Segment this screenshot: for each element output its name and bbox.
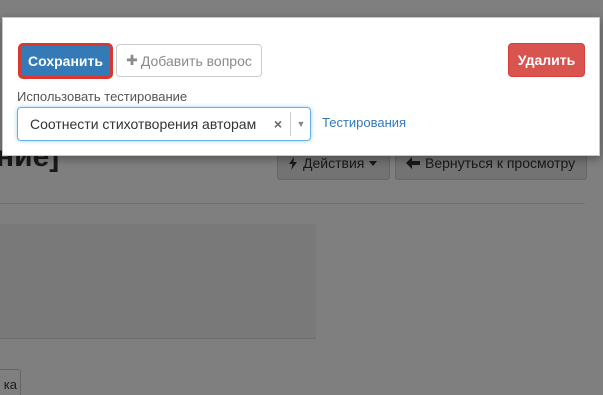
delete-button[interactable]: Удалить — [508, 43, 585, 77]
clear-icon[interactable]: × — [268, 116, 288, 132]
page: ние] Действия Вернуться к просмотру ка С… — [0, 0, 603, 395]
testing-link[interactable]: Тестирования — [322, 115, 406, 130]
chevron-down-icon[interactable]: ▼ — [294, 119, 308, 129]
plus-icon: ✚ — [126, 52, 138, 68]
select-separator — [290, 112, 291, 136]
edit-modal: Сохранить ✚ Добавить вопрос Удалить Испо… — [2, 17, 600, 156]
testing-select-value: Соотнести стихотворения авторам — [30, 116, 257, 132]
testing-select[interactable]: Соотнести стихотворения авторам × ▼ — [17, 107, 311, 141]
save-button[interactable]: Сохранить — [18, 43, 113, 79]
add-question-label: Добавить вопрос — [140, 52, 252, 69]
add-question-button[interactable]: ✚ Добавить вопрос — [116, 44, 262, 77]
use-testing-label: Использовать тестирование — [17, 89, 188, 104]
